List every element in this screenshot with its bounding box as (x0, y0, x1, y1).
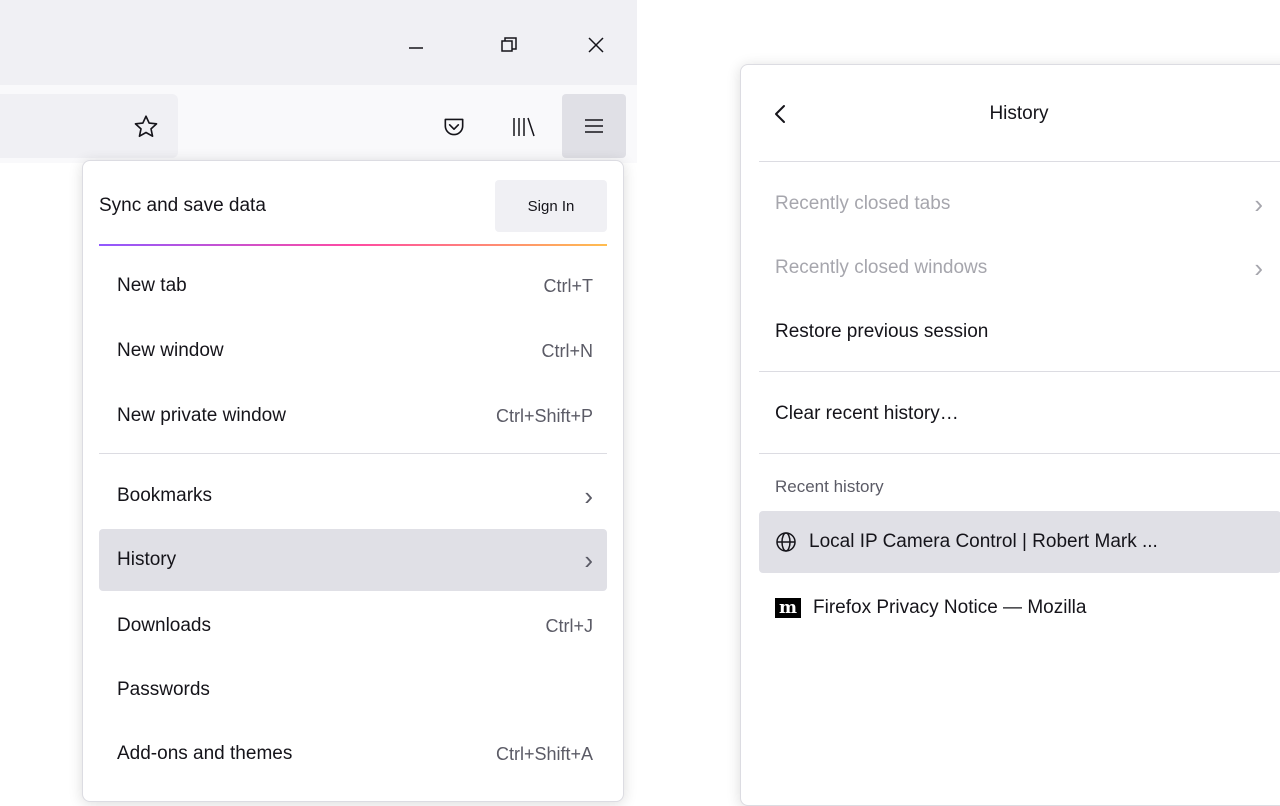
minimize-button[interactable] (393, 22, 439, 68)
panel-separator (759, 453, 1280, 454)
restore-button[interactable] (486, 22, 532, 68)
app-menu-panel: Sync and save data Sign In New tab Ctrl+… (82, 160, 624, 802)
recently-closed-tabs-item: Recently closed tabs › (759, 173, 1280, 235)
library-button[interactable] (499, 103, 547, 151)
menu-item-shortcut: Ctrl+T (543, 275, 594, 296)
close-window-button[interactable] (573, 22, 619, 68)
menu-item-label: New window (117, 340, 224, 361)
sync-label: Sync and save data (99, 195, 266, 216)
chevron-right-icon: › (584, 545, 593, 575)
menu-item-label: Passwords (117, 679, 210, 700)
close-icon (588, 37, 604, 53)
sign-in-button[interactable]: Sign In (495, 180, 607, 232)
menu-item-shortcut: Ctrl+J (545, 615, 593, 636)
panel-separator (759, 161, 1280, 162)
menu-item-new-window[interactable]: New window Ctrl+N (99, 320, 607, 382)
menu-item-downloads[interactable]: Downloads Ctrl+J (99, 595, 607, 657)
menu-item-label: Add-ons and themes (117, 743, 293, 764)
menu-item-bookmarks[interactable]: Bookmarks › (99, 465, 607, 527)
sync-row: Sync and save data Sign In (99, 175, 607, 237)
panel-separator (759, 371, 1280, 372)
history-panel-title: History (989, 103, 1049, 124)
menu-item-label: History (117, 549, 177, 570)
chevron-left-icon (775, 105, 785, 123)
menu-item-new-private-window[interactable]: New private window Ctrl+Shift+P (99, 385, 607, 447)
history-entry-content: m Firefox Privacy Notice — Mozilla (775, 597, 1086, 619)
recently-closed-tabs-label: Recently closed tabs (775, 193, 951, 214)
title-bar (0, 0, 637, 85)
bookmark-star-button[interactable] (122, 103, 170, 151)
history-panel: History Recently closed tabs › Recently … (740, 64, 1280, 806)
history-panel-header: History (759, 83, 1279, 145)
clear-recent-history-item[interactable]: Clear recent history… (759, 383, 1280, 445)
clear-history-label: Clear recent history… (775, 403, 959, 424)
history-entry[interactable]: m Firefox Privacy Notice — Mozilla (759, 577, 1280, 639)
menu-separator (99, 453, 607, 454)
chevron-right-icon: › (584, 481, 593, 511)
restore-icon (501, 37, 517, 52)
history-entry-content: Local IP Camera Control | Robert Mark ..… (775, 531, 1158, 553)
menu-item-label: Bookmarks (117, 485, 213, 506)
menu-item-label: New tab (117, 275, 187, 296)
menu-item-new-tab[interactable]: New tab Ctrl+T (99, 255, 607, 317)
bookmark-star-icon (134, 115, 158, 138)
menu-item-label: Downloads (117, 615, 211, 636)
open-menu-button[interactable] (562, 94, 626, 158)
recently-closed-windows-label: Recently closed windows (775, 257, 988, 278)
history-entry-title: Local IP Camera Control | Robert Mark ..… (809, 531, 1158, 552)
history-entry-title: Firefox Privacy Notice — Mozilla (813, 597, 1087, 618)
menu-item-history[interactable]: History › (99, 529, 607, 591)
menu-item-shortcut: Ctrl+N (541, 340, 593, 361)
mozilla-m-icon: m (775, 598, 801, 618)
recent-history-heading: Recent history (775, 477, 884, 496)
globe-icon (776, 532, 796, 552)
hamburger-menu-icon (585, 119, 603, 133)
restore-previous-session-item[interactable]: Restore previous session (759, 301, 1280, 363)
minimize-icon (409, 47, 423, 49)
menu-item-shortcut: Ctrl+Shift+P (495, 405, 593, 426)
chevron-right-icon: › (1254, 253, 1263, 283)
menu-item-shortcut: Ctrl+Shift+A (495, 743, 593, 764)
library-icon (513, 117, 535, 137)
back-button[interactable] (759, 83, 821, 145)
recently-closed-windows-item: Recently closed windows › (759, 237, 1280, 299)
chevron-right-icon: › (1254, 189, 1263, 219)
menu-item-label: New private window (117, 405, 286, 426)
pocket-button[interactable] (430, 103, 478, 151)
restore-session-label: Restore previous session (775, 321, 989, 342)
menu-item-passwords[interactable]: Passwords (99, 659, 607, 721)
accent-divider (99, 244, 607, 246)
history-entry[interactable]: Local IP Camera Control | Robert Mark ..… (759, 511, 1280, 573)
pocket-icon (444, 118, 464, 136)
